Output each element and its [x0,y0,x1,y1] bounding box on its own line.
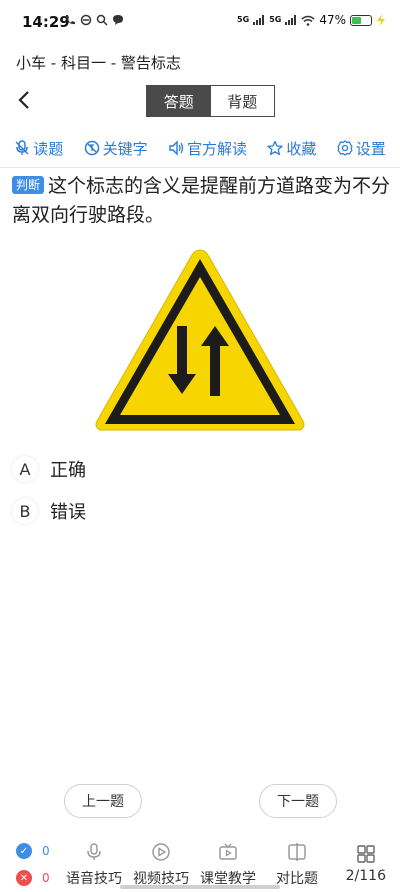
next-question-button[interactable]: 下一题 [259,784,337,818]
wrong-count-value: 0 [42,871,50,885]
status-time: 14:29 [22,13,70,31]
page-counter: 2/116 [345,868,386,884]
tv-icon [219,843,237,860]
previous-question-button[interactable]: 上一题 [64,784,142,818]
status-bar: 14:29 5G 5G 47% [0,0,400,44]
favorite-label: 收藏 [286,139,317,158]
battery-percent: 47% [319,13,346,27]
cross-icon: ✕ [16,870,32,886]
breadcrumb: 小车 - 科目一 - 警告标志 [16,54,181,72]
question-type-badge: 判断 [12,176,45,194]
voice-tips-button[interactable]: 语音技巧 [66,842,122,888]
back-button[interactable] [10,86,38,114]
two-way-traffic-sign-icon [95,249,305,431]
check-icon: ✓ [16,843,32,859]
star-icon [267,140,284,156]
split-view-icon [288,843,306,861]
play-circle-icon [152,843,170,861]
settings-label: 设置 [355,139,386,158]
keyword-label: 关键字 [102,139,148,158]
read-question-label: 读题 [33,139,64,158]
sync-icon [80,14,92,26]
class-teaching-button[interactable]: 课堂教学 [200,842,256,888]
settings-button[interactable]: 设置 [337,138,386,159]
grid-icon [357,845,375,863]
official-explanation-label: 官方解读 [186,139,247,158]
search-circle-icon [96,14,108,26]
signal-icon-2 [285,15,297,25]
option-a[interactable]: A 正确 [12,452,312,486]
question-text-block: 判断 这个标志的含义是提醒前方道路变为不分离双向行驶路段。 [12,172,392,230]
speaker-icon [169,140,184,156]
microphone-icon [15,140,29,155]
toolbar-divider [0,167,400,168]
correct-count-value: 0 [42,844,50,858]
wrong-count: ✕ 0 [16,870,50,886]
question-text: 这个标志的含义是提醒前方道路变为不分离双向行驶路段。 [12,175,391,226]
read-question-button[interactable]: 读题 [14,138,63,159]
compare-questions-button[interactable]: 对比题 [276,842,318,888]
battery-icon [350,14,372,26]
option-a-text: 正确 [50,460,86,481]
tab-answer[interactable]: 答题 [147,86,211,116]
notification-icons [64,14,124,26]
home-indicator[interactable] [120,885,280,889]
charging-icon [377,14,385,26]
question-grid-button[interactable]: 2/116 [346,844,386,884]
voice-tips-label: 语音技巧 [66,871,122,887]
keyword-button[interactable]: 关键字 [84,138,148,159]
compare-questions-label: 对比题 [276,871,318,887]
mode-toggle: 答题 背题 [146,85,275,117]
network-type-1: 5G [237,15,250,24]
warning-sign-image [92,246,308,436]
official-explanation-button[interactable]: 官方解读 [168,138,247,159]
tab-memorize[interactable]: 背题 [210,86,274,116]
option-a-letter: A [12,456,38,482]
wifi-icon [301,15,315,26]
phone-icon [66,15,75,25]
gear-icon [337,140,353,156]
microphone-icon [87,843,101,860]
option-b-text: 错误 [50,502,86,523]
chat-icon [113,15,123,25]
question-toolbar: 读题 关键字 官方解读 收藏 设置 [0,132,400,164]
favorite-button[interactable]: 收藏 [267,138,316,159]
network-type-2: 5G [269,15,282,24]
option-b-letter: B [12,498,38,524]
correct-count: ✓ 0 [16,843,50,859]
system-indicators: 5G 5G 47% [237,13,386,27]
option-b[interactable]: B 错误 [12,494,312,528]
signal-icon [253,15,265,25]
keyword-icon [84,140,99,156]
chevron-left-icon [18,91,29,109]
video-tips-button[interactable]: 视频技巧 [133,842,189,888]
